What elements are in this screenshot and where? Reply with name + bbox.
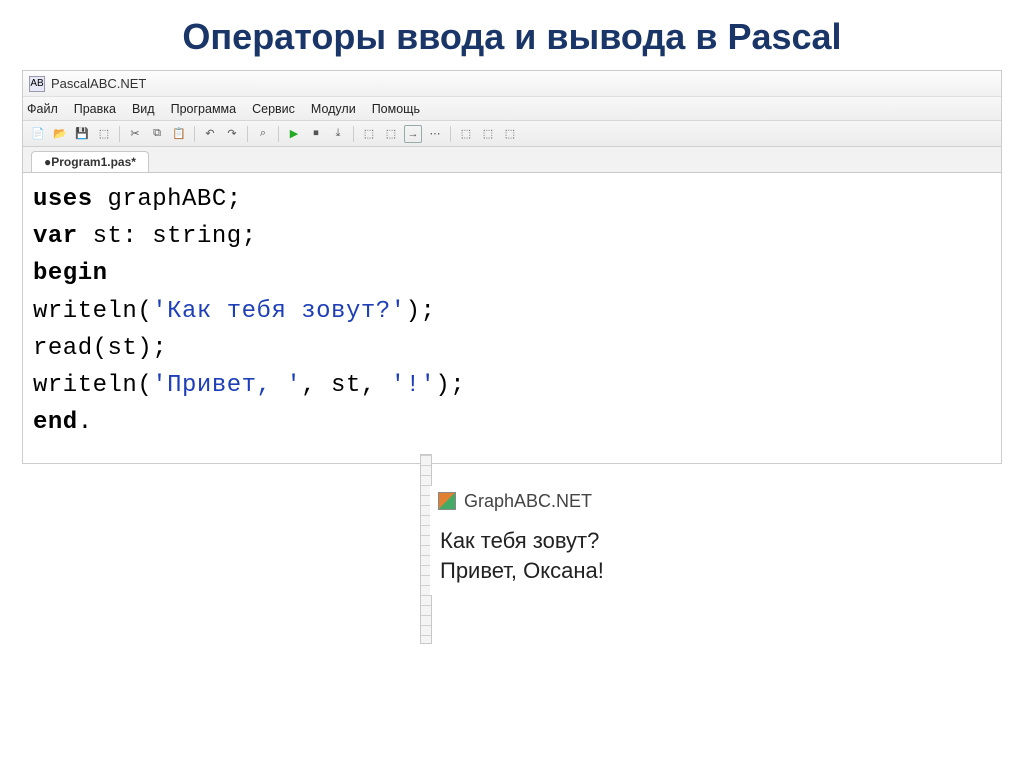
code-text: ); xyxy=(435,372,465,399)
tab-program1[interactable]: ●Program1.pas* xyxy=(31,151,149,172)
paste-icon[interactable]: 📋 xyxy=(170,125,188,143)
window-icon[interactable]: ⬚ xyxy=(360,125,378,143)
window2-icon[interactable]: ⬚ xyxy=(382,125,400,143)
stop-icon[interactable]: ⏹ xyxy=(307,125,325,143)
separator-icon xyxy=(194,126,195,142)
code-text: graphABC; xyxy=(93,186,242,213)
separator-icon xyxy=(450,126,451,142)
code-text: st: string; xyxy=(78,223,257,250)
menu-bar: Файл Правка Вид Программа Сервис Модули … xyxy=(23,97,1001,121)
panel-a-icon[interactable]: ⬚ xyxy=(457,125,475,143)
keyword-uses: uses xyxy=(33,186,93,213)
toolbar: 📄 📂 💾 ⬚ ✂ ⧉ 📋 ↶ ↷ ⌕ ▶ ⏹ ⤓ ⬚ ⬚ → ⋯ ⬚ ⬚ ⬚ xyxy=(23,121,1001,147)
output-line: Привет, Оксана! xyxy=(440,556,790,586)
copy-icon[interactable]: ⧉ xyxy=(148,125,166,143)
undo-icon[interactable]: ↶ xyxy=(201,125,219,143)
output-title-bar: GraphABC.NET xyxy=(430,486,800,516)
graphabc-icon xyxy=(438,492,456,510)
code-line: writeln('Привет, ', st, '!'); xyxy=(33,367,991,404)
keyword-begin: begin xyxy=(33,260,108,287)
string-literal: '!' xyxy=(391,372,436,399)
title-bar: AB PascalABC.NET xyxy=(23,71,1001,97)
save-icon[interactable]: 💾 xyxy=(73,125,91,143)
save-all-icon[interactable]: ⬚ xyxy=(95,125,113,143)
separator-icon xyxy=(278,126,279,142)
menu-edit[interactable]: Правка xyxy=(74,102,116,116)
code-text: ); xyxy=(406,298,436,325)
menu-modules[interactable]: Модули xyxy=(311,102,356,116)
code-text: . xyxy=(78,409,93,436)
code-text: read(st); xyxy=(33,335,167,362)
code-line: var st: string; xyxy=(33,218,991,255)
output-title: GraphABC.NET xyxy=(464,491,592,512)
separator-icon xyxy=(119,126,120,142)
open-icon[interactable]: 📂 xyxy=(51,125,69,143)
menu-program[interactable]: Программа xyxy=(171,102,237,116)
code-text: writeln( xyxy=(33,298,152,325)
panel-c-icon[interactable]: ⬚ xyxy=(501,125,519,143)
step-icon[interactable]: ⤓ xyxy=(329,125,347,143)
menu-service[interactable]: Сервис xyxy=(252,102,295,116)
menu-file[interactable]: Файл xyxy=(27,102,58,116)
find-icon[interactable]: ⌕ xyxy=(254,125,272,143)
output-line: Как тебя зовут? xyxy=(440,526,790,556)
code-line: writeln('Как тебя зовут?'); xyxy=(33,293,991,330)
cut-icon[interactable]: ✂ xyxy=(126,125,144,143)
code-line: begin xyxy=(33,255,991,292)
output-body: Как тебя зовут? Привет, Оксана! xyxy=(430,516,800,595)
code-editor[interactable]: uses graphABC; var st: string; begin wri… xyxy=(23,173,1001,463)
string-literal: 'Привет, ' xyxy=(152,372,301,399)
keyword-var: var xyxy=(33,223,78,250)
separator-icon xyxy=(247,126,248,142)
menu-help[interactable]: Помощь xyxy=(372,102,420,116)
panel-b-icon[interactable]: ⬚ xyxy=(479,125,497,143)
app-icon: AB xyxy=(29,76,45,92)
code-text: , st, xyxy=(301,372,390,399)
arrow-icon[interactable]: → xyxy=(404,125,422,143)
window-title: PascalABC.NET xyxy=(51,76,146,91)
code-line: end. xyxy=(33,404,991,441)
ide-window: AB PascalABC.NET Файл Правка Вид Програм… xyxy=(22,70,1002,464)
overflow-icon[interactable]: ⋯ xyxy=(426,125,444,143)
keyword-end: end xyxy=(33,409,78,436)
separator-icon xyxy=(353,126,354,142)
run-icon[interactable]: ▶ xyxy=(285,125,303,143)
code-line: uses graphABC; xyxy=(33,181,991,218)
menu-view[interactable]: Вид xyxy=(132,102,155,116)
code-text: writeln( xyxy=(33,372,152,399)
string-literal: 'Как тебя зовут?' xyxy=(152,298,405,325)
tab-strip: ●Program1.pas* xyxy=(23,147,1001,173)
redo-icon[interactable]: ↷ xyxy=(223,125,241,143)
new-icon[interactable]: 📄 xyxy=(29,125,47,143)
output-window: GraphABC.NET Как тебя зовут? Привет, Окс… xyxy=(430,486,800,595)
slide-title: Операторы ввода и вывода в Pascal xyxy=(0,0,1024,70)
code-line: read(st); xyxy=(33,330,991,367)
